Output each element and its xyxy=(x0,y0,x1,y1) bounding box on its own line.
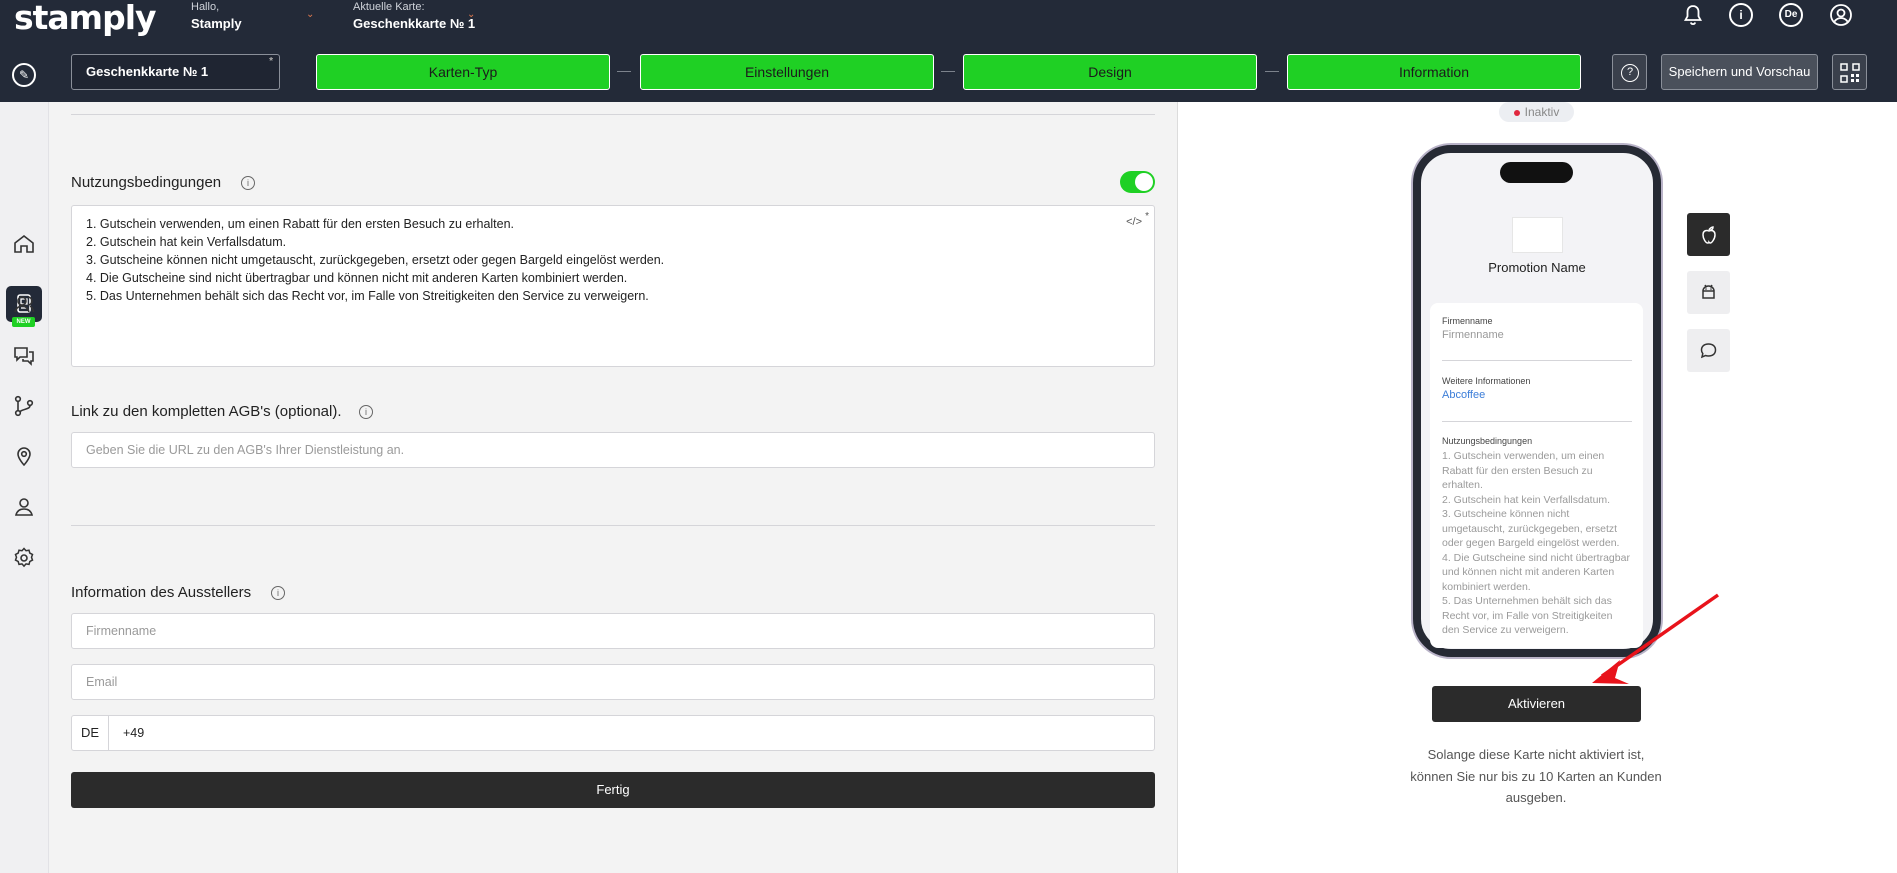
apple-preview-button[interactable] xyxy=(1687,213,1730,256)
step-divider xyxy=(941,71,955,72)
card-name-value: Geschenkkarte № 1 xyxy=(86,64,209,79)
location-icon[interactable] xyxy=(12,444,36,468)
tab-information[interactable]: Information xyxy=(1287,54,1581,90)
message-preview-button[interactable] xyxy=(1687,329,1730,372)
card-logo xyxy=(1512,217,1563,253)
activate-button[interactable]: Aktivieren xyxy=(1432,686,1641,722)
agb-url-input[interactable]: Geben Sie die URL zu den AGB's Ihrer Die… xyxy=(71,432,1155,468)
terms-toggle[interactable] xyxy=(1120,171,1155,193)
more-info-label: Weitere Informationen xyxy=(1442,376,1531,386)
android-preview-button[interactable] xyxy=(1687,271,1730,314)
greeting-label: Hallo, xyxy=(191,1,220,13)
bell-icon[interactable] xyxy=(1681,3,1705,27)
terms-line: 3. Gutscheine können nicht umgetauscht, … xyxy=(86,253,665,267)
home-icon[interactable] xyxy=(12,232,36,256)
required-mark: * xyxy=(269,56,273,67)
language-selector[interactable]: De xyxy=(1779,3,1803,27)
agb-label: Link zu den kompletten AGB's (optional). xyxy=(71,403,342,420)
terms-line: 2. Gutschein hat kein Verfallsdatum. xyxy=(86,235,287,249)
chevron-down-icon[interactable]: ⌄ xyxy=(467,9,475,20)
divider xyxy=(1442,421,1632,422)
flow-icon[interactable] xyxy=(12,394,36,418)
apple-icon xyxy=(1702,226,1716,244)
stamply-logo[interactable]: stamply xyxy=(14,0,157,37)
info-icon[interactable]: i xyxy=(271,586,285,600)
settings-icon[interactable] xyxy=(12,546,36,570)
dynamic-island xyxy=(1500,162,1573,183)
activation-note: Solange diese Karte nicht aktiviert ist,… xyxy=(1410,747,1662,805)
save-and-preview-button[interactable]: Speichern und Vorschau xyxy=(1661,54,1818,90)
done-button[interactable]: Fertig xyxy=(71,772,1155,808)
step-divider xyxy=(1265,71,1279,72)
question-icon: ? xyxy=(1621,64,1639,82)
chat-icon[interactable] xyxy=(12,343,36,367)
chat-bubble-icon xyxy=(1700,343,1717,359)
required-mark: * xyxy=(1145,211,1149,222)
customers-icon[interactable] xyxy=(12,292,36,316)
info-icon[interactable]: i xyxy=(359,405,373,419)
user-name: Stamply xyxy=(191,16,242,31)
card-name-field[interactable]: Geschenkkarte № 1 * xyxy=(71,54,280,90)
terms-line: 1. Gutschein verwenden, um einen Rabatt … xyxy=(86,217,515,231)
current-card-label: Aktuelle Karte: xyxy=(353,1,425,13)
android-icon xyxy=(1702,284,1715,299)
company-label: Firmenname xyxy=(1442,316,1493,326)
current-card-selector[interactable]: Aktuelle Karte: Geschenkkarte № 1 xyxy=(353,0,475,31)
new-badge: NEW xyxy=(12,317,35,327)
edit-pencil-icon[interactable]: ✎ xyxy=(12,63,36,87)
status-badge: Inaktiv xyxy=(1499,102,1574,122)
terms-line: 4. Die Gutscheine sind nicht übertragbar… xyxy=(86,271,628,285)
more-info-link[interactable]: Abcoffee xyxy=(1442,389,1485,401)
account-icon[interactable] xyxy=(1829,3,1853,27)
tab-einstellungen[interactable]: Einstellungen xyxy=(640,54,934,90)
tab-karten-typ[interactable]: Karten-Typ xyxy=(316,54,610,90)
top-bar: stamply Hallo, Stamply ⌄ Aktuelle Karte:… xyxy=(0,0,1897,49)
divider xyxy=(1442,360,1632,361)
terms-label: Nutzungsbedingungen xyxy=(71,174,222,191)
current-card-name: Geschenkkarte № 1 xyxy=(353,16,476,31)
phone-input[interactable]: +49 xyxy=(108,715,1155,751)
qr-code-button[interactable] xyxy=(1832,54,1867,90)
info-icon[interactable]: i xyxy=(1729,3,1753,27)
phone-country-select[interactable]: DE xyxy=(71,715,109,751)
user-menu[interactable]: Hallo, Stamply xyxy=(191,0,242,31)
status-label: Inaktiv xyxy=(1524,105,1560,119)
terms-line: 5. Das Unternehmen behält sich das Recht… xyxy=(86,289,649,303)
sidebar: NEW xyxy=(0,102,49,873)
company-name-input[interactable]: Firmenname xyxy=(71,613,1155,649)
divider xyxy=(71,525,1155,526)
info-icon[interactable]: i xyxy=(241,176,255,190)
issuer-label: Information des Ausstellers xyxy=(71,584,252,601)
red-arrow-annotation xyxy=(1592,593,1720,684)
status-dot xyxy=(1513,109,1520,116)
user-icon[interactable] xyxy=(12,495,36,519)
help-button[interactable]: ? xyxy=(1612,54,1647,90)
company-value: Firmenname xyxy=(1442,329,1504,341)
code-icon[interactable]: </> xyxy=(1126,213,1142,231)
toggle-knob xyxy=(1135,173,1153,191)
chevron-down-icon[interactable]: ⌄ xyxy=(306,9,314,20)
divider xyxy=(71,114,1155,115)
terms-textarea[interactable]: 1. Gutschein verwenden, um einen Rabatt … xyxy=(71,205,1155,367)
step-divider xyxy=(617,71,631,72)
preview-terms-label: Nutzungsbedingungen xyxy=(1442,436,1533,446)
email-input[interactable]: Email xyxy=(71,664,1155,700)
qr-code-icon xyxy=(1840,63,1860,83)
tab-design[interactable]: Design xyxy=(963,54,1257,90)
promotion-name: Promotion Name xyxy=(1488,260,1586,275)
